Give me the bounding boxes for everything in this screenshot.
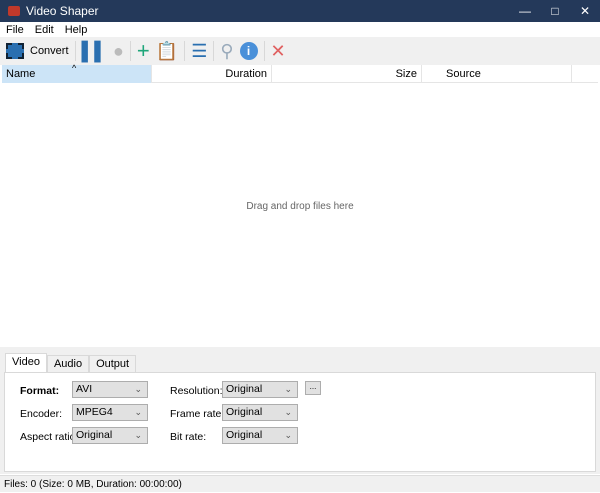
column-duration[interactable]: Duration bbox=[152, 65, 272, 83]
minimize-button[interactable]: — bbox=[510, 0, 540, 22]
tab-output[interactable]: Output bbox=[89, 355, 137, 372]
menu-edit[interactable]: Edit bbox=[35, 24, 54, 36]
separator bbox=[213, 41, 215, 61]
video-settings-panel: Format: AVI ⌄ Encoder: MPEG4 ⌄ Aspect rati… bbox=[4, 372, 596, 472]
column-name[interactable]: Name ^ bbox=[2, 63, 152, 83]
format-label: Format: bbox=[20, 385, 60, 397]
tab-video[interactable]: Video bbox=[5, 353, 47, 372]
chevron-down-icon: ⌄ bbox=[284, 384, 292, 394]
title-bar: Video Shaper — □ ✕ bbox=[0, 0, 600, 22]
frame-rate-label: Frame rate: bbox=[170, 408, 225, 420]
maximize-button[interactable]: □ bbox=[540, 0, 570, 22]
close-button[interactable]: ✕ bbox=[570, 0, 600, 22]
info-icon[interactable]: i bbox=[239, 40, 258, 62]
file-list-header: Name ^ Duration Size Source bbox=[2, 63, 598, 83]
chevron-down-icon: ⌄ bbox=[284, 407, 292, 417]
drop-hint: Drag and drop files here bbox=[246, 201, 354, 212]
film-icon bbox=[6, 43, 24, 59]
menu-file[interactable]: File bbox=[6, 24, 24, 36]
chevron-down-icon: ⌄ bbox=[284, 430, 292, 440]
convert-button[interactable]: Convert bbox=[6, 40, 69, 62]
encoder-label: Encoder: bbox=[20, 408, 63, 420]
column-source[interactable]: Source bbox=[422, 65, 572, 83]
chevron-down-icon: ⌄ bbox=[134, 407, 142, 417]
aspect-ratio-label: Aspect ratio: bbox=[20, 431, 79, 443]
convert-label: Convert bbox=[30, 45, 69, 57]
resolution-more-button[interactable]: ... bbox=[305, 381, 321, 395]
separator bbox=[184, 41, 186, 61]
search-icon[interactable]: ⚲ bbox=[220, 40, 233, 62]
menu-bar: File Edit Help bbox=[0, 22, 600, 37]
app-icon bbox=[8, 6, 20, 16]
paste-icon[interactable]: 📋 bbox=[156, 40, 178, 62]
tab-audio[interactable]: Audio bbox=[46, 355, 90, 372]
window-title: Video Shaper bbox=[26, 4, 99, 18]
settings-area: Video Audio Output Format: AVI ⌄ Encoder:… bbox=[0, 347, 600, 474]
bit-rate-select[interactable]: Original ⌄ bbox=[222, 427, 298, 444]
remove-icon[interactable]: ✕ bbox=[271, 40, 286, 62]
equalizer-icon[interactable]: ▌▌ bbox=[82, 40, 108, 62]
chevron-down-icon: ⌄ bbox=[134, 384, 142, 394]
column-size[interactable]: Size bbox=[272, 65, 422, 83]
file-list[interactable]: Drag and drop files here bbox=[2, 83, 598, 347]
encoder-select[interactable]: MPEG4 ⌄ bbox=[72, 404, 148, 421]
chevron-down-icon: ⌄ bbox=[134, 430, 142, 440]
separator bbox=[263, 41, 265, 61]
aspect-ratio-select[interactable]: Original ⌄ bbox=[72, 427, 148, 444]
disc-icon[interactable]: ● bbox=[113, 40, 124, 62]
menu-help[interactable]: Help bbox=[65, 24, 88, 36]
frame-rate-select[interactable]: Original ⌄ bbox=[222, 404, 298, 421]
toolbar: Convert ▌▌ ● + 📋 ☰ ⚲ i ✕ bbox=[0, 37, 600, 65]
sort-arrow-icon: ^ bbox=[72, 63, 77, 73]
status-bar: Files: 0 (Size: 0 MB, Duration: 00:00:00… bbox=[0, 475, 600, 492]
resolution-select[interactable]: Original ⌄ bbox=[222, 381, 298, 398]
bit-rate-label: Bit rate: bbox=[170, 431, 207, 443]
resolution-label: Resolution: bbox=[170, 385, 223, 397]
list-icon[interactable]: ☰ bbox=[191, 40, 207, 62]
add-icon[interactable]: + bbox=[137, 38, 150, 63]
separator bbox=[74, 41, 76, 61]
format-select[interactable]: AVI ⌄ bbox=[72, 381, 148, 398]
separator bbox=[129, 41, 131, 61]
